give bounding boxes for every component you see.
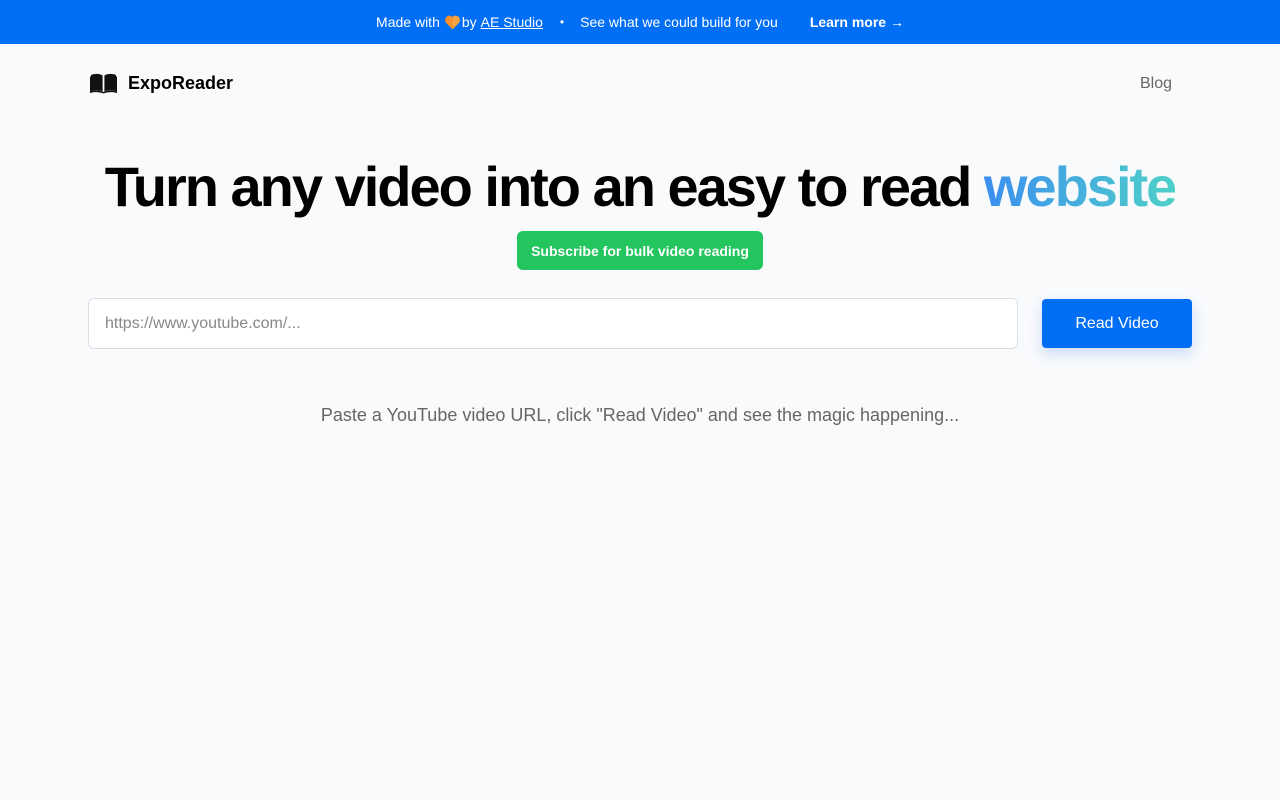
top-banner: Made with by AE Studio • See what we cou…: [0, 0, 1280, 44]
video-url-input[interactable]: [88, 298, 1018, 349]
by-label: by: [461, 14, 477, 30]
hero-title-accent: website: [983, 155, 1177, 218]
learn-more-link[interactable]: Learn more →: [810, 14, 904, 30]
banner-pitch: See what we could build for you: [580, 14, 778, 30]
brand-name: ExpoReader: [128, 73, 234, 93]
made-with-text: Made with by AE Studio: [376, 14, 543, 30]
made-with-label: Made with: [376, 14, 440, 30]
brand-logo[interactable]: ExpoReader: [90, 73, 233, 94]
read-video-button[interactable]: Read Video: [1042, 299, 1192, 348]
hero-title: Turn any video into an easy to read webs…: [0, 154, 1280, 220]
open-book-icon: [90, 73, 117, 94]
subscribe-button[interactable]: Subscribe for bulk video reading: [517, 231, 763, 270]
heart-icon: [444, 15, 461, 30]
instruction-text: Paste a YouTube video URL, click "Read V…: [320, 405, 960, 425]
nav-blog-link[interactable]: Blog: [1140, 75, 1172, 93]
ae-studio-link[interactable]: AE Studio: [481, 14, 543, 30]
site-header: ExpoReader Blog: [0, 44, 1280, 124]
hero-title-prefix: Turn any video into an easy to read: [104, 155, 973, 218]
banner-separator: •: [559, 15, 565, 29]
